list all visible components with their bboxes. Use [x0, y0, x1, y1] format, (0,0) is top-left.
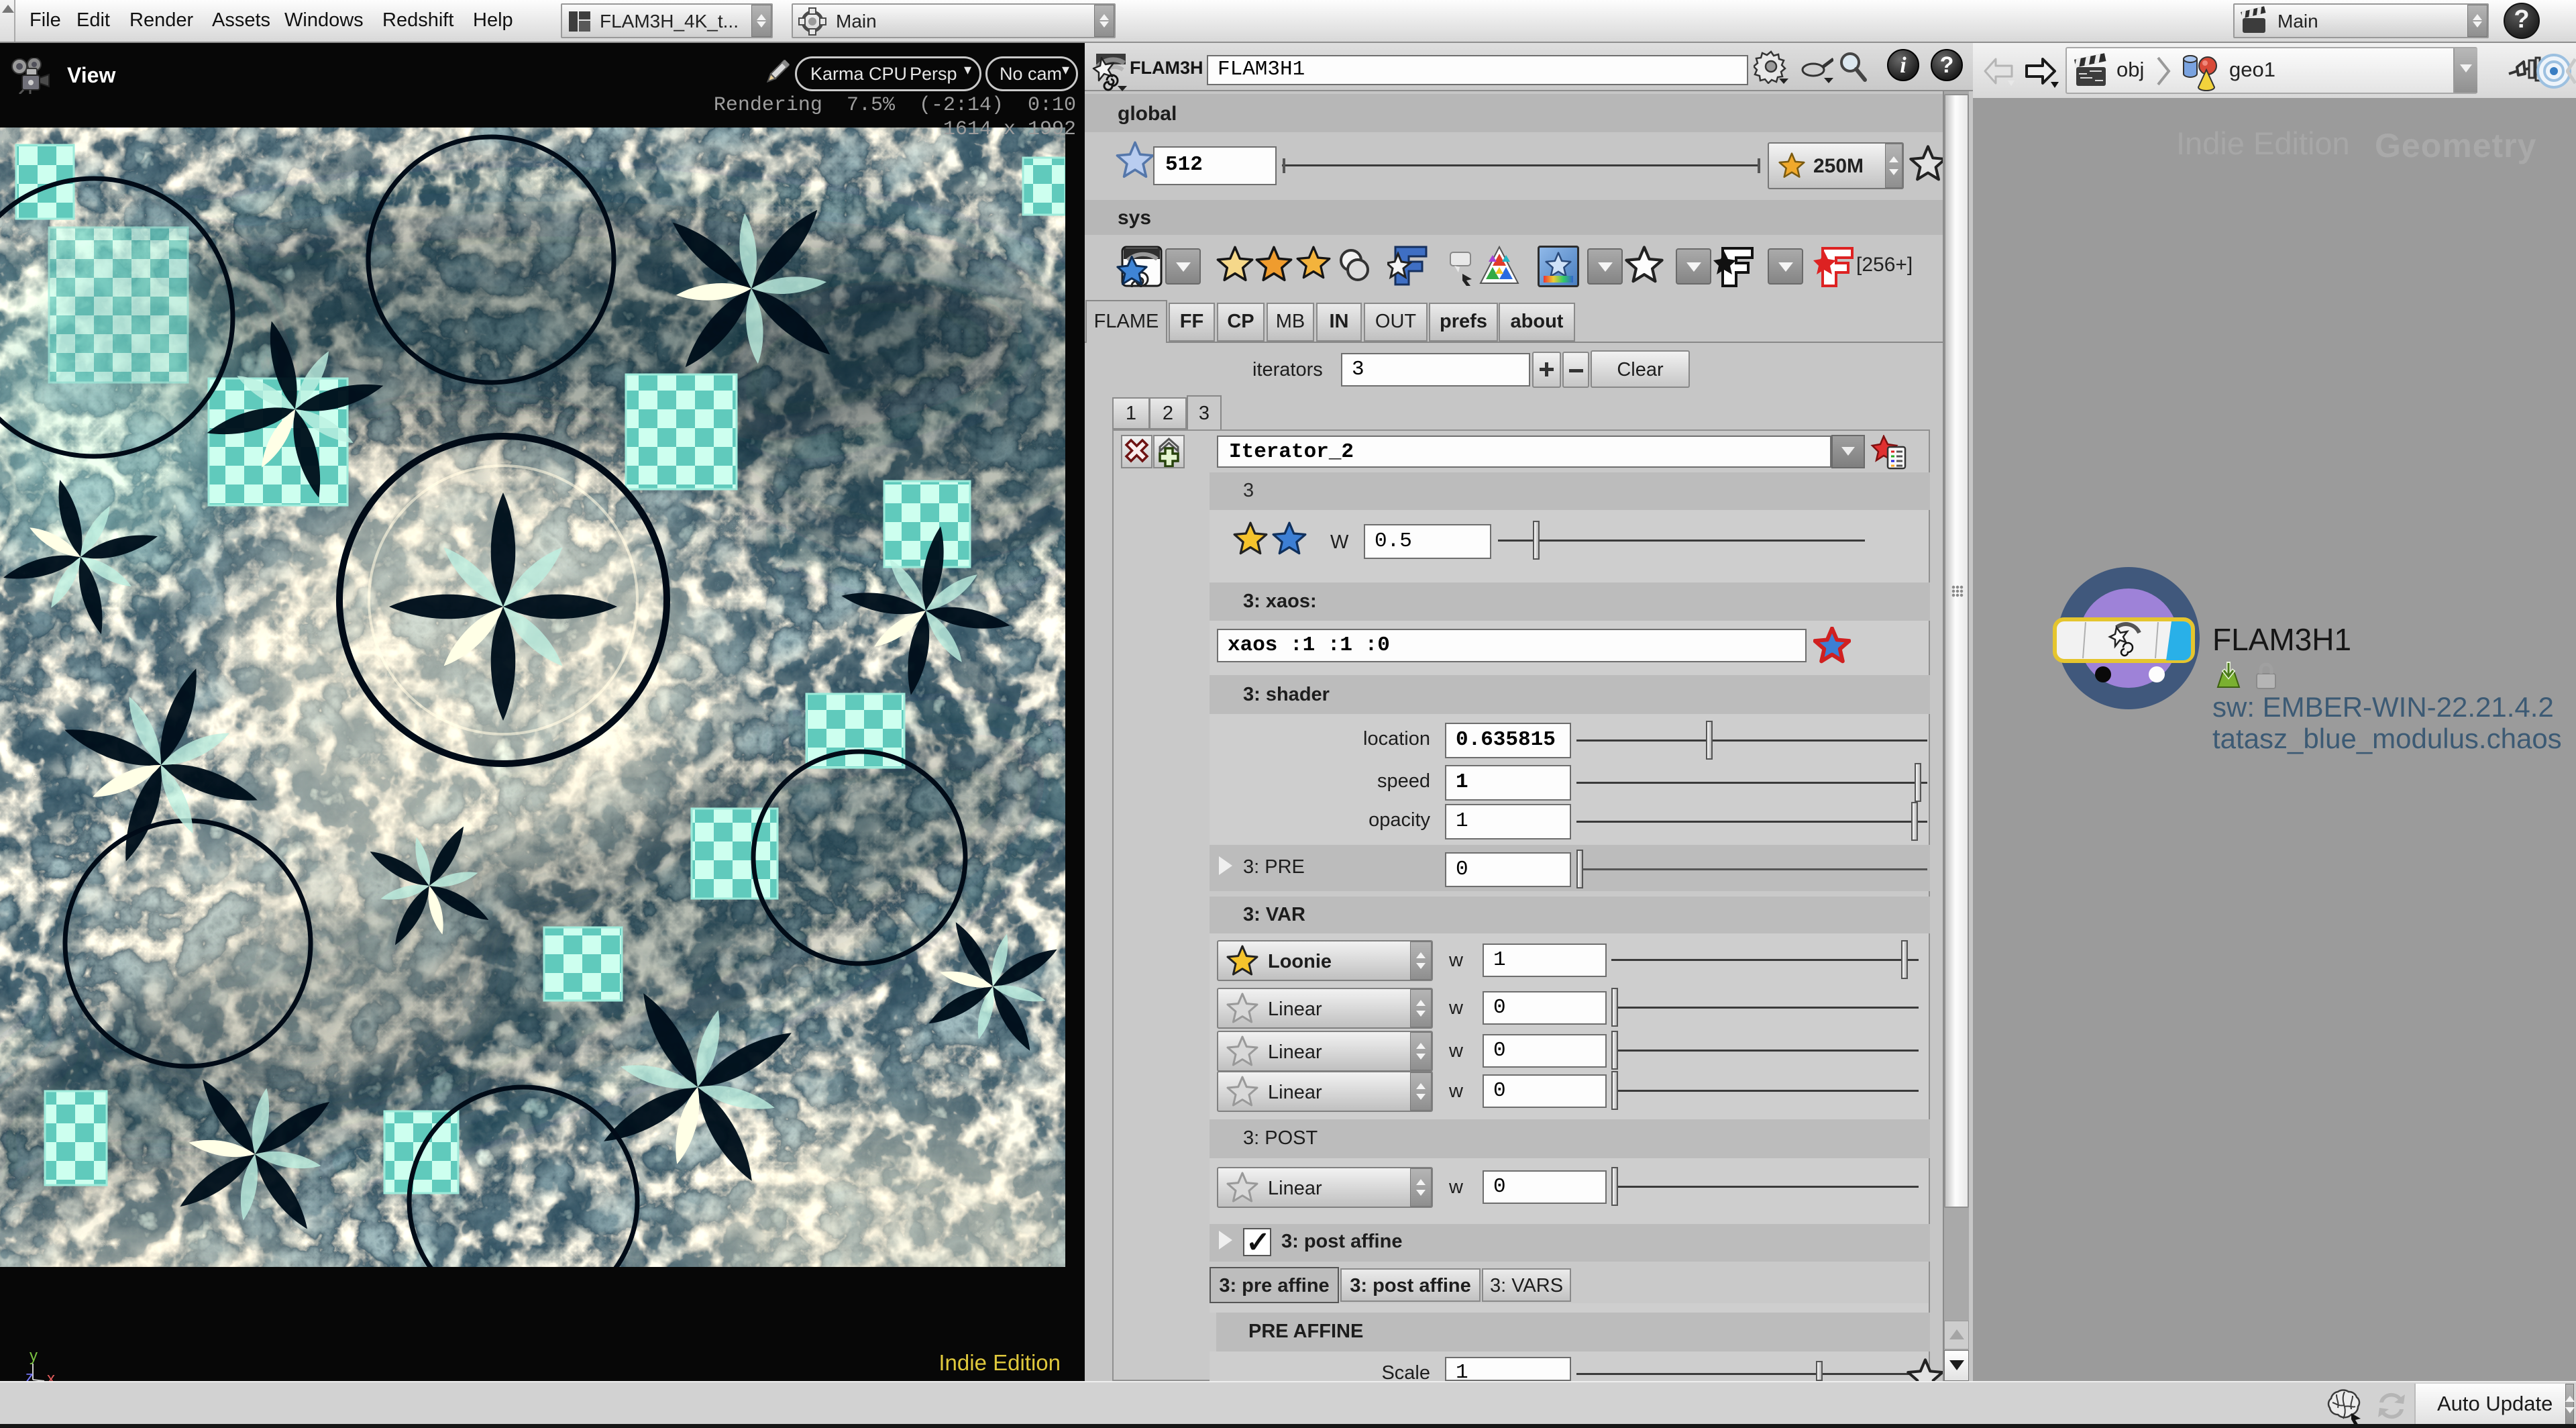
- svg-text:y: y: [30, 1350, 38, 1365]
